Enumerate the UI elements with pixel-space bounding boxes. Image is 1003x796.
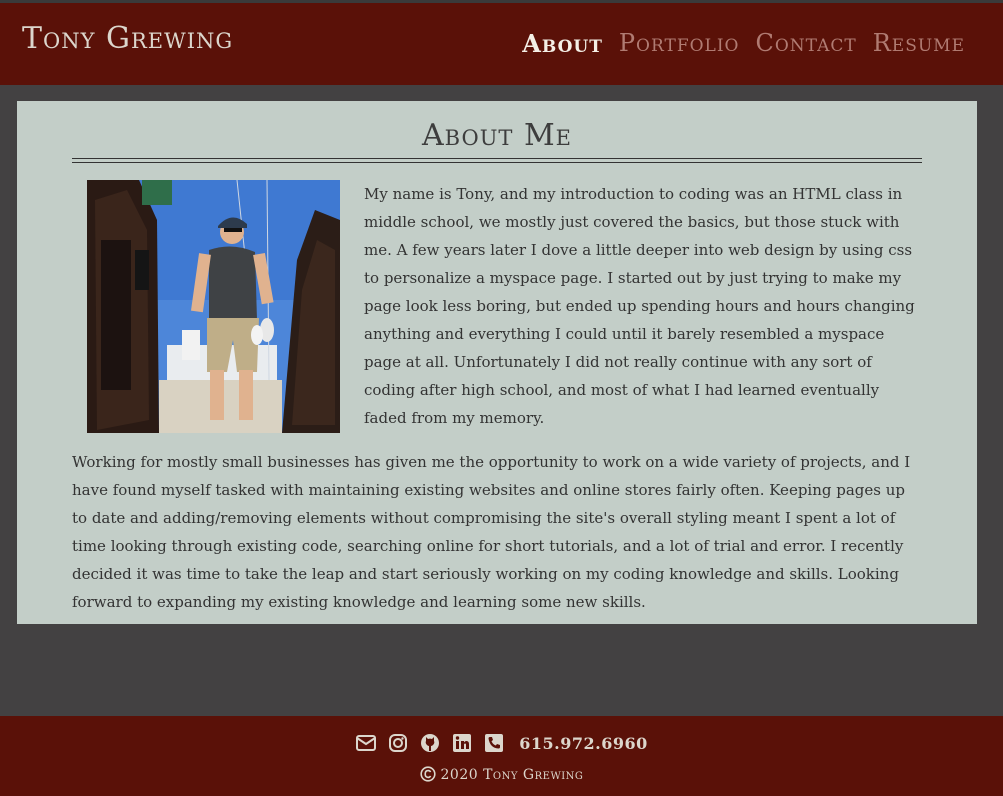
site-brand[interactable]: Tony Grewing xyxy=(22,21,233,56)
nav-portfolio[interactable]: Portfolio xyxy=(619,29,740,58)
copyright: 2020 Tony Grewing xyxy=(0,766,1003,783)
page-title: About Me xyxy=(422,118,572,153)
nav-contact[interactable]: Contact xyxy=(756,29,857,58)
envelope-icon[interactable] xyxy=(355,732,377,754)
about-paragraph: Working for mostly small businesses has … xyxy=(72,453,911,611)
main-nav: About Portfolio Contact Resume xyxy=(522,29,965,58)
github-icon[interactable] xyxy=(419,732,441,754)
linkedin-icon[interactable] xyxy=(451,732,473,754)
copyright-icon xyxy=(419,766,441,783)
title-divider xyxy=(72,158,922,163)
phone-number[interactable]: 615.972.6960 xyxy=(519,734,647,753)
copyright-text: 2020 Tony Grewing xyxy=(440,767,584,783)
phone-icon[interactable] xyxy=(483,732,505,754)
footer-icons: 615.972.6960 xyxy=(0,732,1003,754)
site-header: Tony Grewing About Portfolio Contact Res… xyxy=(0,3,1003,85)
profile-photo xyxy=(87,180,340,433)
nav-about[interactable]: About xyxy=(522,29,603,58)
site-footer: 615.972.6960 2020 Tony Grewing xyxy=(0,716,1003,796)
about-card: About Me My name is Tony, and my introdu… xyxy=(17,101,977,624)
instagram-icon[interactable] xyxy=(387,732,409,754)
about-content: My name is Tony, and my introduction to … xyxy=(72,180,922,632)
nav-resume[interactable]: Resume xyxy=(873,29,965,58)
